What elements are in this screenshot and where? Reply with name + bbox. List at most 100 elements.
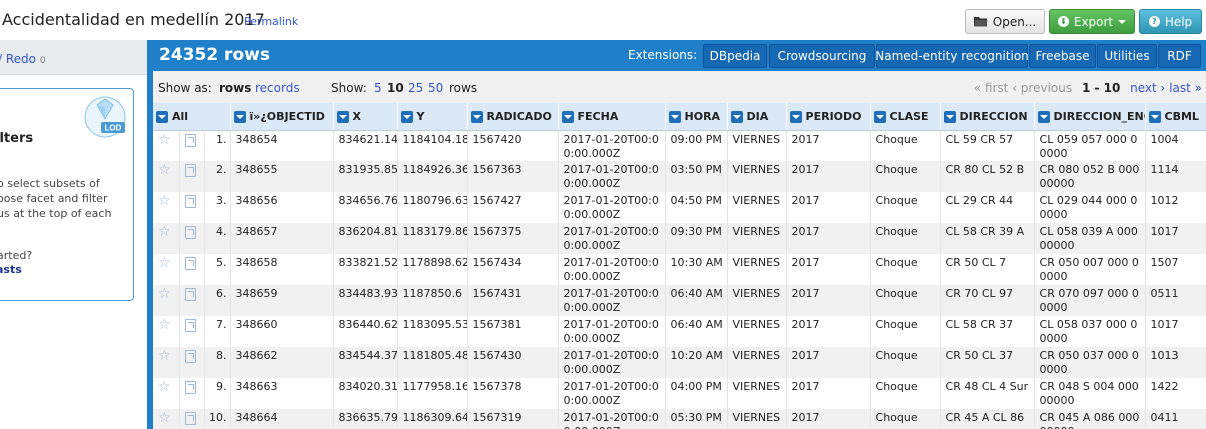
table-cell[interactable]: CR 50 CL 37 xyxy=(940,347,1035,378)
column-menu-icon[interactable] xyxy=(400,110,413,123)
column-header-col11[interactable]: DIRECCION_ENC xyxy=(1034,103,1146,131)
table-cell[interactable]: Choque xyxy=(870,285,941,316)
flag-cell[interactable] xyxy=(179,285,205,316)
table-cell[interactable]: 1567381 xyxy=(467,316,559,347)
star-icon[interactable]: ☆ xyxy=(158,410,171,426)
table-cell[interactable]: 1180796.63 xyxy=(397,192,468,223)
table-cell[interactable]: 1567431 xyxy=(467,285,559,316)
table-cell[interactable]: 836635.79 xyxy=(333,409,398,429)
flag-cell[interactable] xyxy=(179,254,205,285)
table-cell[interactable]: 04:00 PM xyxy=(665,378,728,409)
table-cell[interactable]: 2017-01-20T00:00:00.000Z xyxy=(558,316,666,347)
table-cell[interactable]: Choque xyxy=(870,161,941,192)
column-header-col12[interactable]: CBML xyxy=(1145,103,1206,131)
page-size-50[interactable]: 50 xyxy=(428,81,443,95)
flag-cell[interactable] xyxy=(179,409,205,429)
table-cell[interactable]: CL 029 044 000 00000 xyxy=(1034,192,1146,223)
open-button[interactable]: Open... xyxy=(965,9,1045,34)
flag-cell[interactable] xyxy=(179,316,205,347)
table-cell[interactable]: 2017 xyxy=(786,285,871,316)
column-menu-icon[interactable] xyxy=(1148,110,1161,123)
flag-icon[interactable] xyxy=(184,381,196,394)
table-cell[interactable]: 2017 xyxy=(786,409,871,429)
table-cell[interactable]: CL 059 057 000 00000 xyxy=(1034,130,1146,161)
star-icon[interactable]: ☆ xyxy=(158,379,171,395)
table-cell[interactable]: 2017 xyxy=(786,192,871,223)
table-cell[interactable]: 2017 xyxy=(786,223,871,254)
project-title[interactable]: Accidentalidad en medellín 2017 xyxy=(2,10,265,29)
table-cell[interactable]: 03:50 PM xyxy=(665,161,728,192)
flag-cell[interactable] xyxy=(179,161,205,192)
table-cell[interactable]: 1567430 xyxy=(467,347,559,378)
table-cell[interactable]: 348657 xyxy=(230,223,334,254)
column-header-col6[interactable]: HORA xyxy=(665,103,728,131)
table-cell[interactable]: Choque xyxy=(870,254,941,285)
table-cell[interactable]: 2017-01-20T00:00:00.000Z xyxy=(558,192,666,223)
table-cell[interactable]: 348663 xyxy=(230,378,334,409)
table-cell[interactable]: 2017 xyxy=(786,130,871,161)
star-cell[interactable]: ☆ xyxy=(153,192,180,223)
table-cell[interactable]: Choque xyxy=(870,409,941,429)
pager-next[interactable]: next › xyxy=(1130,81,1165,95)
table-cell[interactable]: CL 058 039 A 000 00000 xyxy=(1034,223,1146,254)
table-cell[interactable]: 348654 xyxy=(230,130,334,161)
table-cell[interactable]: 2017-01-20T00:00:00.000Z xyxy=(558,285,666,316)
column-header-col9[interactable]: CLASE xyxy=(870,103,941,131)
table-cell[interactable]: 2017-01-20T00:00:00.000Z xyxy=(558,130,666,161)
table-cell[interactable]: 1507 xyxy=(1145,254,1206,285)
table-cell[interactable]: 1567427 xyxy=(467,192,559,223)
table-cell[interactable]: 1017 xyxy=(1145,316,1206,347)
table-cell[interactable]: 2017 xyxy=(786,161,871,192)
table-cell[interactable]: 1012 xyxy=(1145,192,1206,223)
table-cell[interactable]: 834656.76 xyxy=(333,192,398,223)
table-cell[interactable]: CR 080 052 B 000 00000 xyxy=(1034,161,1146,192)
star-icon[interactable]: ☆ xyxy=(158,193,171,209)
table-cell[interactable]: 1177958.16 xyxy=(397,378,468,409)
table-cell[interactable]: 834483.93 xyxy=(333,285,398,316)
column-header-all[interactable]: All xyxy=(153,103,231,131)
star-icon[interactable]: ☆ xyxy=(158,348,171,364)
table-cell[interactable]: 1184926.36 xyxy=(397,161,468,192)
table-cell[interactable]: 1184104.18 xyxy=(397,130,468,161)
flag-icon[interactable] xyxy=(184,257,196,270)
column-header-col4[interactable]: RADICADO xyxy=(467,103,559,131)
table-cell[interactable]: VIERNES xyxy=(727,347,787,378)
table-cell[interactable]: 348658 xyxy=(230,254,334,285)
flag-icon[interactable] xyxy=(184,133,196,147)
table-cell[interactable]: CR 48 CL 4 Sur xyxy=(940,378,1035,409)
table-cell[interactable]: CL 59 CR 57 xyxy=(940,130,1035,161)
table-cell[interactable]: 10:30 AM xyxy=(665,254,728,285)
column-menu-icon[interactable] xyxy=(873,110,886,123)
table-cell[interactable]: Choque xyxy=(870,192,941,223)
records-mode-option[interactable]: records xyxy=(255,81,300,95)
table-cell[interactable]: CL 058 037 000 00000 xyxy=(1034,316,1146,347)
table-cell[interactable]: CR 45 A CL 86 xyxy=(940,409,1035,429)
star-cell[interactable]: ☆ xyxy=(153,254,180,285)
table-cell[interactable]: VIERNES xyxy=(727,285,787,316)
table-cell[interactable]: Choque xyxy=(870,316,941,347)
star-cell[interactable]: ☆ xyxy=(153,223,180,254)
star-cell[interactable]: ☆ xyxy=(153,347,180,378)
table-cell[interactable]: 348664 xyxy=(230,409,334,429)
column-menu-icon[interactable] xyxy=(233,110,246,123)
table-cell[interactable]: Choque xyxy=(870,347,941,378)
table-cell[interactable]: 2017-01-20T00:00:00.000Z xyxy=(558,409,666,429)
table-cell[interactable]: CR 070 097 000 00000 xyxy=(1034,285,1146,316)
table-cell[interactable]: 348655 xyxy=(230,161,334,192)
column-header-col8[interactable]: PERIODO xyxy=(786,103,871,131)
column-menu-icon[interactable] xyxy=(1037,110,1050,123)
table-cell[interactable]: VIERNES xyxy=(727,223,787,254)
flag-icon[interactable] xyxy=(184,226,196,239)
table-cell[interactable]: VIERNES xyxy=(727,161,787,192)
table-cell[interactable]: 1181805.48 xyxy=(397,347,468,378)
undo-redo-link[interactable]: / Redo 0 xyxy=(0,52,46,66)
table-cell[interactable]: 1178898.62 xyxy=(397,254,468,285)
column-menu-icon[interactable] xyxy=(730,110,743,123)
table-cell[interactable]: 1422 xyxy=(1145,378,1206,409)
extension-utilities-button[interactable]: Utilities xyxy=(1097,44,1157,68)
table-cell[interactable]: 348659 xyxy=(230,285,334,316)
table-cell[interactable]: 2017-01-20T00:00:00.000Z xyxy=(558,254,666,285)
table-cell[interactable]: 2017-01-20T00:00:00.000Z xyxy=(558,378,666,409)
flag-cell[interactable] xyxy=(179,223,205,254)
table-cell[interactable]: VIERNES xyxy=(727,378,787,409)
